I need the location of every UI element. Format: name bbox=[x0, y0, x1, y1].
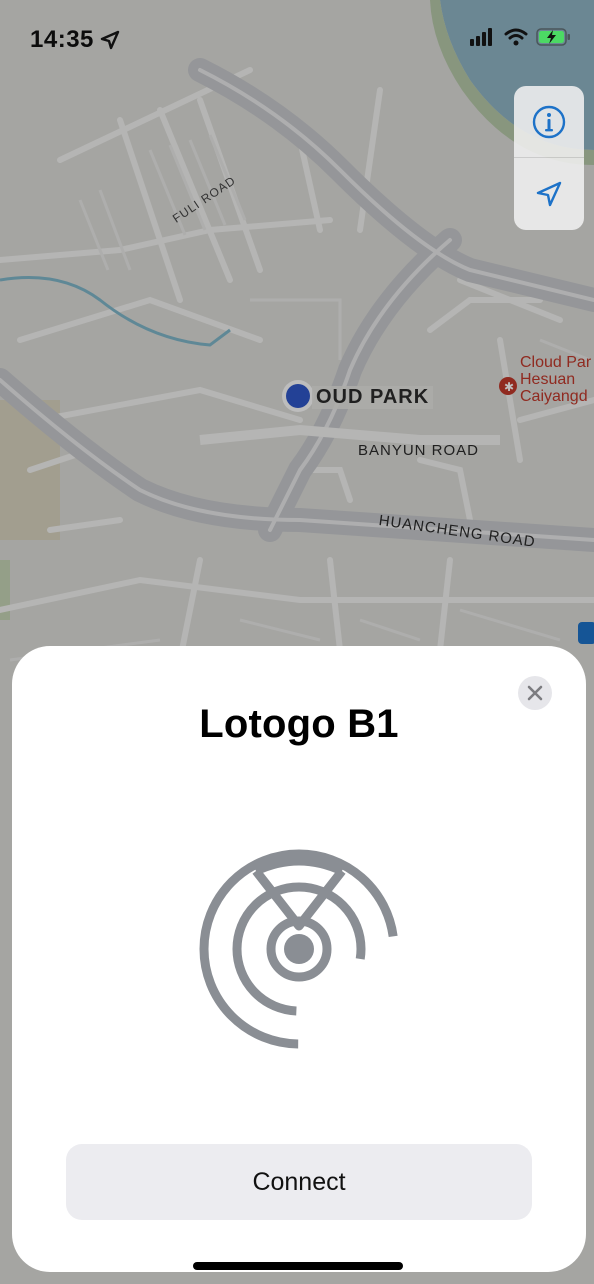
info-button[interactable] bbox=[514, 86, 584, 157]
status-indicators bbox=[470, 28, 572, 46]
wifi-icon bbox=[504, 28, 528, 46]
poi-label-line-2: Hesuan bbox=[520, 371, 576, 388]
map-label-park[interactable]: OUD PARK bbox=[312, 386, 434, 409]
close-button[interactable] bbox=[518, 676, 552, 710]
poi-label-line-1: Cloud Par bbox=[520, 354, 592, 371]
battery-charging-icon bbox=[536, 28, 570, 46]
device-name-title: Lotogo B1 bbox=[199, 702, 399, 746]
current-location-button[interactable] bbox=[514, 157, 584, 229]
status-bar: 14:35 bbox=[0, 0, 594, 80]
poi-label-line-3: Caiyangd bbox=[520, 388, 588, 405]
beacon-radar-icon bbox=[199, 849, 399, 1049]
close-icon bbox=[527, 685, 543, 701]
poi-label[interactable]: Cloud Par Hesuan Caiyangd bbox=[520, 354, 592, 405]
map-controls bbox=[514, 86, 584, 230]
location-arrow-icon bbox=[536, 181, 562, 206]
cellular-signal-icon bbox=[470, 28, 492, 46]
location-arrow-icon bbox=[100, 30, 120, 50]
map-label-banyun-road: BANYUN ROAD bbox=[358, 442, 480, 459]
info-icon bbox=[532, 105, 566, 138]
status-time: 14:35 bbox=[30, 26, 94, 53]
connect-button[interactable]: Connect bbox=[66, 1144, 532, 1220]
user-location-dot bbox=[286, 384, 310, 408]
device-connect-sheet: Lotogo B1 Connect bbox=[12, 646, 586, 1272]
svg-text:✱: ✱ bbox=[504, 380, 514, 394]
home-indicator[interactable] bbox=[193, 1262, 403, 1270]
